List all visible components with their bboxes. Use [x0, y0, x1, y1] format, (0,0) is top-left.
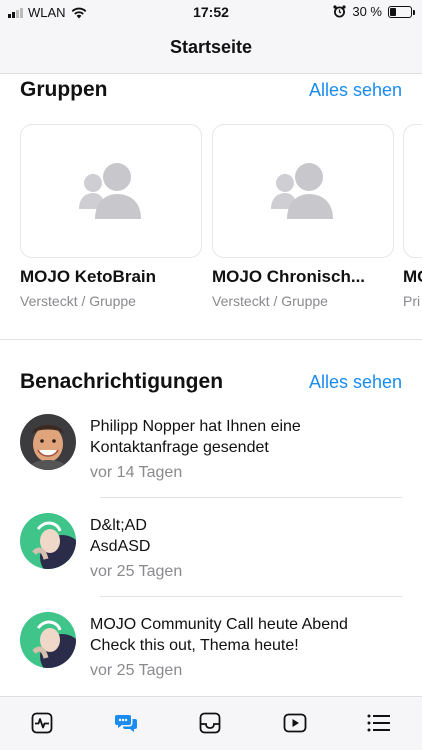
avatar [20, 612, 76, 668]
group-card[interactable]: MOJO KetoBrain Versteckt / Gruppe [20, 124, 202, 309]
notifications-see-all-link[interactable]: Alles sehen [309, 372, 402, 393]
tab-bar [0, 696, 422, 750]
group-meta: Versteckt / Gruppe [212, 293, 328, 309]
tab-video[interactable] [280, 710, 310, 736]
navigation-bar: Startseite [0, 24, 422, 74]
notification-time: vor 14 Tagen [90, 464, 183, 481]
battery-icon [388, 5, 415, 18]
video-icon [283, 713, 307, 733]
home-feed[interactable]: Gruppen Alles sehen MOJO KetoBrain Verst… [0, 74, 422, 696]
notification-separator [100, 497, 402, 498]
tab-chat[interactable] [111, 710, 141, 736]
notification-body: AsdASD [90, 538, 151, 555]
group-meta: Pri [403, 293, 421, 309]
notification-title: Philipp Nopper hat Ihnen eine [90, 418, 301, 435]
status-bar: WLAN 17:52 30 % [0, 0, 422, 24]
group-name: MOJO Chronisch... [212, 267, 366, 286]
notification-time: vor 25 Tagen [90, 563, 183, 580]
group-thumbnail [20, 124, 202, 258]
notifications-header: Benachrichtigungen Alles sehen [20, 370, 402, 394]
tab-inbox[interactable] [195, 710, 225, 736]
group-thumbnail [403, 124, 422, 258]
notification-time: vor 25 Tagen [90, 662, 183, 679]
notification-item[interactable]: Philipp Nopper hat Ihnen eine Kontaktanf… [20, 414, 402, 499]
notification-body: Kontaktanfrage gesendet [90, 439, 269, 456]
notification-body: Check this out, Thema heute! [90, 637, 299, 654]
group-card[interactable]: MO Pri [403, 124, 422, 309]
group-placeholder-icon [271, 163, 333, 219]
group-name: MO [403, 267, 422, 286]
section-divider [0, 339, 422, 340]
alarm-icon [333, 5, 346, 18]
group-meta: Versteckt / Gruppe [20, 293, 136, 309]
battery-percent: 30 % [352, 4, 382, 19]
avatar [20, 513, 76, 569]
groups-title: Gruppen [20, 78, 108, 101]
groups-header: Gruppen Alles sehen [20, 78, 402, 102]
notifications-title: Benachrichtigungen [20, 370, 224, 393]
chat-bubbles-icon [115, 715, 137, 732]
notification-title: MOJO Community Call heute Abend [90, 616, 348, 633]
page-title: Startseite [169, 37, 253, 57]
inbox-icon [199, 712, 221, 734]
group-thumbnail [212, 124, 394, 258]
tab-menu[interactable] [364, 710, 394, 736]
groups-see-all-link[interactable]: Alles sehen [309, 80, 402, 101]
group-card[interactable]: MOJO Chronisch... Versteckt / Gruppe [212, 124, 394, 309]
activity-icon [31, 712, 53, 734]
tab-activity[interactable] [27, 710, 57, 736]
group-placeholder-icon [79, 163, 141, 219]
notification-title: D&lt;AD [90, 517, 147, 534]
avatar [20, 414, 76, 470]
notification-item[interactable]: MOJO Community Call heute Abend Check th… [20, 612, 402, 696]
menu-icon [367, 714, 390, 732]
notification-item[interactable]: D&lt;AD AsdASD vor 25 Tagen [20, 513, 402, 598]
group-name: MOJO KetoBrain [20, 267, 157, 286]
notification-separator [100, 596, 402, 597]
